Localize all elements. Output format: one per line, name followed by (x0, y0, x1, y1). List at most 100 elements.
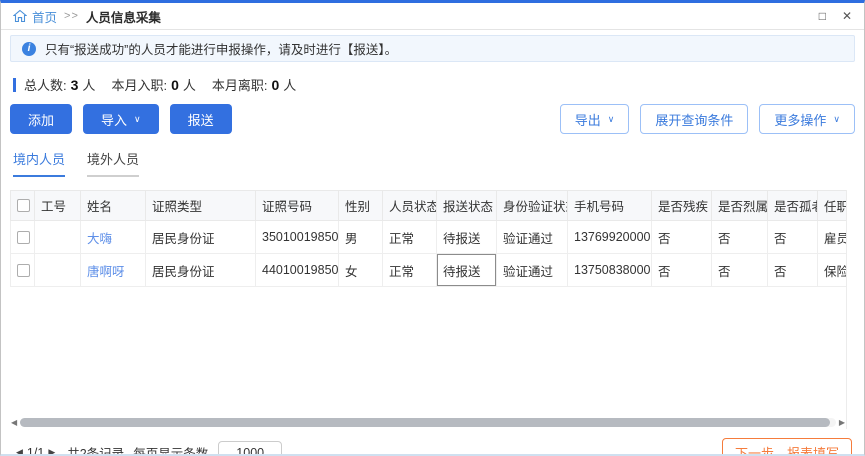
column-header: 姓名 (80, 190, 146, 221)
column-header: 性别 (338, 190, 383, 221)
table-cell: 44010019850... (255, 253, 339, 287)
scroll-right-icon[interactable]: ▶ (839, 418, 845, 427)
breadcrumb-separator: >> (64, 10, 79, 22)
table-row: 大嗨居民身份证35010019850...男正常待报送验证通过137699200… (10, 220, 846, 254)
column-header: 是否残疾 (651, 190, 712, 221)
column-header: 报送状态 (436, 190, 497, 221)
tab-overseas-personnel[interactable]: 境外人员 (87, 149, 140, 177)
table-cell (34, 220, 81, 254)
breadcrumb-home-link[interactable]: 首页 (32, 7, 57, 26)
table-cell (34, 253, 81, 287)
select-all-checkbox[interactable] (17, 199, 30, 212)
column-header: 是否孤老 (767, 190, 818, 221)
column-header: 任职 (817, 190, 846, 221)
per-page-label: 每页显示条数 (133, 447, 209, 456)
per-page-input[interactable] (218, 441, 283, 454)
table-cell: 否 (767, 253, 818, 287)
stat-label: 总人数: (24, 78, 67, 93)
table-cell: 正常 (382, 253, 437, 287)
table-row: 唐啊呀居民身份证44010019850...女正常待报送验证通过13750838… (10, 253, 846, 287)
export-button[interactable]: 导出 ∨ (559, 104, 630, 134)
table-cell: 居民身份证 (145, 253, 256, 287)
add-button-label: 添加 (28, 112, 55, 128)
table-cell: 否 (711, 220, 768, 254)
expand-query-button-label: 展开查询条件 (655, 112, 734, 128)
footer: ◀ 1/1 ▶ 共2条记录 每页显示条数 下一步，报表填写 (13, 438, 852, 456)
table-cell: 35010019850... (255, 220, 339, 254)
stat-label: 本月离职: (211, 78, 268, 93)
table-cell: 否 (767, 220, 818, 254)
column-header: 工号 (34, 190, 81, 221)
column-header: 证照类型 (145, 190, 256, 221)
add-button[interactable]: 添加 (10, 104, 73, 134)
tab-domestic-personnel[interactable]: 境内人员 (13, 149, 66, 177)
stat-value: 0 (171, 77, 179, 93)
more-actions-button[interactable]: 更多操作 ∨ (759, 104, 855, 134)
table-cell: 否 (651, 253, 712, 287)
more-actions-button-label: 更多操作 (774, 112, 827, 128)
table-cell: 否 (651, 220, 712, 254)
tabs: 境内人员 境外人员 (13, 149, 864, 177)
chevron-down-icon: ∨ (134, 113, 141, 124)
stat-unit: 人 (283, 78, 297, 93)
expand-query-button[interactable]: 展开查询条件 (640, 104, 749, 134)
stat-unit: 人 (82, 78, 96, 93)
row-checkbox-cell (10, 253, 35, 287)
table-cell: 男 (338, 220, 383, 254)
table-cell: 否 (711, 253, 768, 287)
scrollbar-track[interactable] (20, 418, 836, 427)
table-cell: 验证通过 (496, 253, 568, 287)
chevron-down-icon: ∨ (607, 113, 615, 124)
stat-total: 总人数: 3 人 (24, 75, 95, 94)
stat-label: 本月入职: (111, 78, 168, 93)
maximize-icon[interactable]: □ (819, 10, 826, 22)
table-cell: 保险 (817, 253, 846, 287)
horizontal-scrollbar[interactable]: ◀ ▶ (10, 416, 846, 429)
prev-page-icon[interactable]: ◀ (13, 447, 26, 454)
column-header: 人员状态 (382, 190, 437, 221)
toolbar: 添加 导入 ∨ 报送 导出 ∨ 展开查询条件 更多操作 ∨ (10, 104, 855, 134)
app-window: 首页 >> 人员信息采集 □ ✕ i 只有“报送成功”的人员才能进行申报操作，请… (0, 0, 865, 456)
table-cell: 13750838000 (567, 253, 652, 287)
person-name-link[interactable]: 大嗨 (80, 220, 146, 254)
scroll-left-icon[interactable]: ◀ (11, 418, 17, 427)
table-cell: 居民身份证 (145, 220, 256, 254)
table-cell: 待报送 (436, 253, 497, 287)
stats-row: 总人数: 3 人 本月入职: 0 人 本月离职: 0 人 (13, 75, 864, 94)
submit-button[interactable]: 报送 (169, 104, 232, 134)
table-cell: 验证通过 (496, 220, 568, 254)
row-checkbox[interactable] (17, 230, 30, 244)
column-header: 是否烈属 (711, 190, 768, 221)
select-all-checkbox-cell (10, 190, 35, 221)
stat-left-this-month: 本月离职: 0 人 (212, 75, 296, 94)
home-icon[interactable] (13, 9, 27, 23)
stat-value: 0 (271, 77, 280, 93)
chevron-down-icon: ∨ (833, 113, 840, 124)
scrollbar-thumb[interactable] (20, 418, 831, 427)
info-icon: i (22, 41, 36, 56)
stat-unit: 人 (182, 78, 196, 93)
table-cell: 雇员 (817, 220, 846, 254)
stat-value: 3 (70, 77, 79, 93)
table-cell: 待报送 (436, 220, 497, 254)
close-icon[interactable]: ✕ (842, 10, 852, 22)
column-header: 手机号码 (567, 190, 652, 221)
page-title: 人员信息采集 (85, 10, 161, 25)
title-bar: 首页 >> 人员信息采集 □ ✕ (1, 3, 864, 30)
personnel-table: 工号姓名证照类型证照号码性别人员状态报送状态身份验证状态手机号码是否残疾是否烈属… (10, 190, 846, 287)
info-banner-text: 只有“报送成功”的人员才能进行申报操作，请及时进行【报送】。 (45, 43, 398, 57)
next-step-button[interactable]: 下一步，报表填写 (721, 438, 852, 454)
import-button-label: 导入 (101, 112, 128, 128)
stat-joined-this-month: 本月入职: 0 人 (111, 75, 195, 94)
person-name-link[interactable]: 唐啊呀 (80, 253, 146, 287)
export-button-label: 导出 (574, 112, 601, 128)
row-checkbox[interactable] (17, 263, 30, 277)
pagination: ◀ 1/1 ▶ 共2条记录 每页显示条数 (13, 441, 283, 456)
column-header: 身份验证状态 (496, 190, 568, 221)
page-indicator: 1/1 (26, 445, 45, 456)
table-empty-area (10, 287, 846, 416)
import-button[interactable]: 导入 ∨ (83, 104, 159, 134)
table-cell: 女 (338, 253, 383, 287)
next-page-icon[interactable]: ▶ (45, 447, 58, 454)
personnel-table-container: 工号姓名证照类型证照号码性别人员状态报送状态身份验证状态手机号码是否残疾是否烈属… (10, 190, 847, 429)
